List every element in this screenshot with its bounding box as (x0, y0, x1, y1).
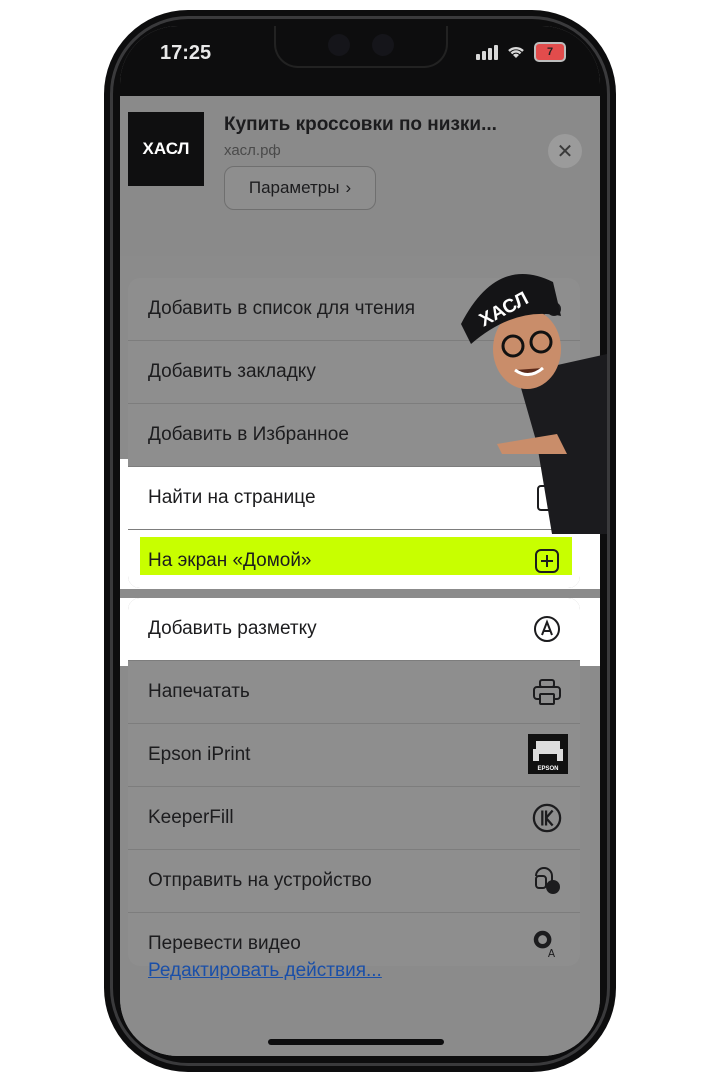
action-label: Добавить в Избранное (148, 424, 349, 445)
action-label: Добавить разметку (148, 618, 317, 639)
printer-icon (532, 677, 562, 707)
phone-screen: 17:25 7 ХАСЛ Купить кроссовки по низки..… (120, 26, 600, 1056)
action-label: Найти на странице (148, 487, 316, 508)
action-label: Отправить на устройство (148, 870, 372, 891)
keeper-icon (532, 803, 562, 833)
send-device-icon (532, 866, 562, 896)
svg-text:A: A (548, 948, 556, 960)
action-row-send-device[interactable]: Отправить на устройство (128, 850, 580, 913)
actions-group-2: Добавить разметку Напечатать Epson iPrin… (128, 598, 580, 966)
signal-icon (476, 44, 498, 60)
params-button[interactable]: Параметры › (224, 166, 376, 210)
action-label: Перевести видео (148, 933, 301, 954)
action-row-markup[interactable]: Добавить разметку (128, 598, 580, 661)
battery-indicator: 7 (534, 42, 566, 62)
epson-caption: EPSON (537, 766, 559, 772)
site-url: хасл.рф (224, 142, 281, 159)
wifi-icon (508, 46, 524, 58)
action-label: Добавить закладку (148, 361, 316, 382)
site-title: Купить кроссовки по низки... (224, 114, 497, 135)
action-label: Напечатать (148, 681, 250, 702)
home-indicator (268, 1039, 444, 1045)
share-sheet: ХАСЛ Купить кроссовки по низки... хасл.р… (120, 96, 600, 1056)
action-label: Добавить в список для чтения (148, 298, 415, 319)
action-row-epson[interactable]: Epson iPrint EPSON (128, 724, 580, 787)
edit-actions-link[interactable]: Редактировать действия... (148, 960, 382, 982)
action-label: На экран «Домой» (148, 550, 312, 571)
action-label: KeeperFill (148, 807, 234, 828)
markup-icon (532, 614, 562, 644)
status-icons: 7 (476, 42, 566, 62)
action-row-translate-video[interactable]: Перевести видео A (128, 913, 580, 966)
site-logo: ХАСЛ (128, 112, 204, 186)
translate-video-icon: A (532, 929, 562, 960)
share-header: ХАСЛ Купить кроссовки по низки... хасл.р… (120, 96, 600, 256)
params-label: Параметры (248, 178, 340, 197)
close-button[interactable]: ✕ (548, 134, 582, 168)
status-time: 17:25 (160, 42, 212, 64)
epson-icon: EPSON (528, 734, 568, 774)
camera-dot (328, 34, 350, 56)
chevron-right-icon: › (345, 178, 352, 197)
action-row-print[interactable]: Напечатать (128, 661, 580, 724)
notch (276, 26, 446, 66)
add-square-icon (532, 546, 562, 576)
sensor-dot (372, 34, 394, 56)
action-row-keeperfill[interactable]: KeeperFill (128, 787, 580, 850)
status-bar: 17:25 7 (120, 26, 600, 96)
action-label: Epson iPrint (148, 744, 251, 765)
mascot-sticker: ХАСЛ (461, 274, 607, 534)
